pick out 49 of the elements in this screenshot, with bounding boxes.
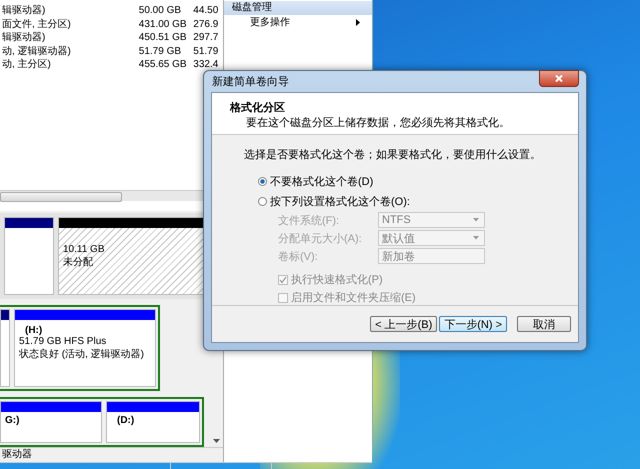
partition-info: 状态良好 (活动, 逻辑驱动器) — [19, 348, 145, 361]
wizard-button[interactable]: 取消 — [517, 316, 571, 332]
table-cell-text: 辑驱动器) — [2, 4, 46, 18]
radio-option[interactable]: 按下列设置格式化这个卷(O): — [258, 194, 578, 209]
partition-name: (D:) — [117, 415, 136, 426]
radio-icon[interactable] — [258, 177, 267, 186]
partition-block[interactable] — [0, 309, 10, 387]
partition-info: 10.11 GB — [63, 244, 106, 255]
table-cell-text: 50.00 GB — [138, 4, 182, 18]
field-label: 卷标(V): — [278, 250, 319, 264]
table-cell-text: 297.7 — [193, 31, 220, 45]
table-cell-text: 332.4 — [193, 58, 220, 72]
legend-label: 驱动器 — [2, 449, 32, 460]
radio-option[interactable]: 不要格式化这个卷(D) — [258, 174, 578, 189]
table-cell-text: 51.79 — [193, 44, 220, 58]
partition-name: G:) — [5, 415, 20, 426]
table-cell-text: 455.65 GB — [138, 58, 188, 72]
page-subheading: 要在这个磁盘分区上储存数据，您必须先将其格式化。 — [245, 116, 511, 130]
table-cell-text: 动, 逻辑驱动器) — [2, 44, 72, 58]
scroll-down-arrow-icon[interactable] — [213, 439, 220, 443]
close-button[interactable] — [539, 70, 579, 86]
field-label: 分配单元大小(A): — [278, 232, 363, 246]
page-heading: 格式化分区 — [230, 100, 286, 115]
table-cell-text: 动, 主分区) — [2, 58, 52, 72]
table-cell-text: 面文件, 主分区) — [2, 18, 72, 32]
table-cell-text: 44.50 — [193, 4, 220, 18]
dropdown-caret-icon — [473, 218, 479, 222]
partition-block[interactable]: (H:) 51.79 GB HFS Plus 状态良好 (活动, 逻辑驱动器) — [14, 309, 156, 387]
partition-block[interactable]: (D:) — [106, 401, 200, 443]
partition-info: 未分配 — [63, 256, 94, 269]
action-item[interactable]: 更多操作 — [224, 15, 372, 29]
partition-info: 51.79 GB HFS Plus — [19, 336, 108, 347]
field-label: 文件系统(F): — [278, 214, 340, 228]
close-icon — [555, 74, 563, 82]
table-cell-text: 276.9 — [193, 18, 220, 32]
partition-block[interactable] — [4, 217, 54, 295]
radio-icon[interactable] — [258, 197, 267, 206]
table-cell-text: 辑驱动器) — [2, 31, 46, 45]
window-title: 新建简单卷向导 — [212, 74, 289, 89]
wizard-button[interactable]: 下一步(N) > — [439, 316, 507, 332]
dropdown-caret-icon — [473, 236, 479, 240]
actions-header[interactable]: 磁盘管理 — [224, 1, 372, 15]
partition-block[interactable]: G:) — [0, 401, 102, 443]
wizard-button[interactable]: < 上一步(B) — [370, 316, 438, 332]
table-cell-text: 450.51 GB — [138, 31, 188, 45]
table-cell-text: 51.79 GB — [138, 44, 182, 58]
instruction-text: 选择是否要格式化这个卷；如果要格式化，要使用什么设置。 — [244, 148, 542, 162]
partition-name: (H:) — [25, 325, 44, 336]
table-cell-text: 431.00 GB — [138, 18, 188, 32]
